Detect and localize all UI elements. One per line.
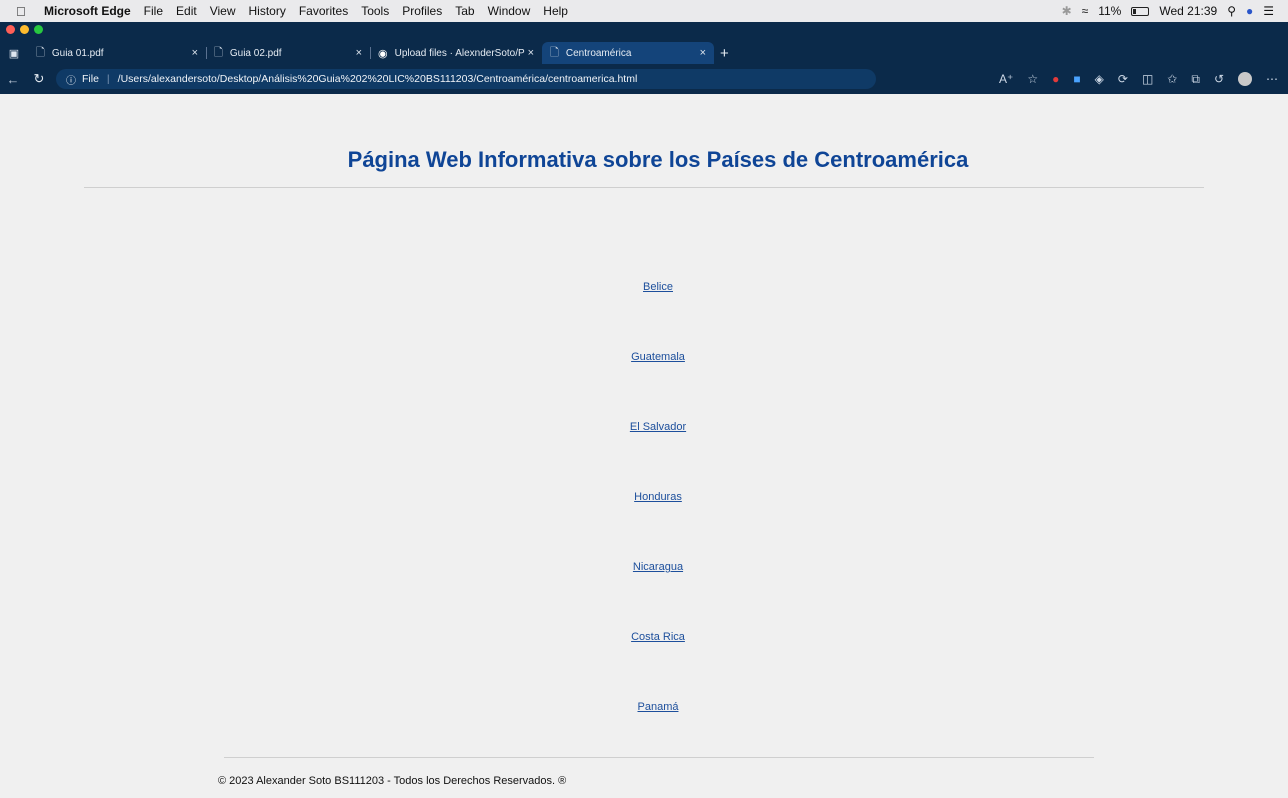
tab-guia-01[interactable]: 🗋 Guia 01.pdf ×	[28, 42, 207, 64]
menu-favorites[interactable]: Favorites	[299, 4, 348, 18]
tab-strip: ▣ 🗋 Guia 01.pdf × 🗋 Guia 02.pdf × ◉ Uplo…	[0, 40, 1288, 66]
new-tab-button[interactable]: +	[720, 45, 729, 62]
more-menu-icon[interactable]: ⋯	[1266, 72, 1278, 86]
document-icon: 🗋	[36, 46, 45, 59]
maximize-window-button[interactable]	[34, 25, 43, 34]
menu-file[interactable]: File	[144, 4, 163, 18]
url-separator: |	[106, 73, 110, 85]
country-link-belice[interactable]: Belice	[8, 281, 1288, 351]
document-icon: 🗋	[214, 46, 223, 59]
menu-tools[interactable]: Tools	[361, 4, 389, 18]
battery-percent[interactable]: 11%	[1098, 4, 1121, 18]
menu-app-name[interactable]: Microsoft Edge	[44, 4, 131, 18]
tab-title: Guia 01.pdf	[51, 47, 104, 59]
address-bar[interactable]: ⓘ File | /Users/alexandersoto/Desktop/An…	[56, 69, 876, 89]
web-page: Página Web Informativa sobre los Países …	[8, 94, 1280, 798]
split-screen-icon[interactable]: ◫	[1142, 72, 1153, 86]
country-link-nicaragua[interactable]: Nicaragua	[8, 561, 1288, 631]
footer-divider	[224, 757, 1094, 758]
document-icon: 🗋	[550, 46, 559, 59]
extension-red-icon[interactable]: ●	[1052, 72, 1059, 86]
footer-copyright: © 2023 Alexander Soto BS111203 - Todos l…	[218, 775, 567, 787]
close-tab-icon[interactable]: ×	[700, 47, 706, 59]
country-link-panama[interactable]: Panamá	[8, 701, 1288, 771]
menu-edit[interactable]: Edit	[176, 4, 197, 18]
close-tab-icon[interactable]: ×	[192, 47, 198, 59]
favorites-icon[interactable]: ✩	[1167, 72, 1177, 86]
tab-upload-files[interactable]: ◉ Upload files · AlexnderSoto/Pr ×	[370, 42, 542, 64]
site-label: File	[82, 73, 99, 85]
close-window-button[interactable]	[6, 25, 15, 34]
back-arrow-icon[interactable]: ←	[0, 72, 26, 87]
address-toolbar: ← ↻ ⓘ File | /Users/alexandersoto/Deskto…	[0, 66, 1288, 92]
info-icon[interactable]: ⓘ	[66, 72, 76, 87]
clock[interactable]: Wed 21:39	[1159, 4, 1217, 18]
spotlight-icon[interactable]: ⚲	[1227, 4, 1236, 18]
tab-centroamerica[interactable]: 🗋 Centroamérica ×	[542, 42, 714, 64]
favorite-star-icon[interactable]: ☆	[1027, 72, 1038, 86]
page-title: Página Web Informativa sobre los Países …	[347, 147, 969, 172]
github-icon: ◉	[378, 47, 388, 60]
collections-icon[interactable]: ⧉	[1191, 72, 1200, 87]
window-controls	[6, 25, 43, 34]
title-divider	[84, 187, 1204, 188]
country-link-honduras[interactable]: Honduras	[8, 491, 1288, 561]
country-link-el-salvador[interactable]: El Salvador	[8, 421, 1288, 491]
tab-title: Guia 02.pdf	[229, 47, 282, 59]
menu-history[interactable]: History	[249, 4, 286, 18]
menu-help[interactable]: Help	[543, 4, 568, 18]
menu-view[interactable]: View	[210, 4, 236, 18]
tab-actions-icon[interactable]: ▣	[0, 40, 28, 66]
close-tab-icon[interactable]: ×	[528, 47, 534, 59]
extension-blue-icon[interactable]: ■	[1073, 72, 1080, 86]
profile-avatar[interactable]	[1238, 72, 1252, 86]
battery-icon[interactable]	[1131, 6, 1150, 16]
country-link-costa-rica[interactable]: Costa Rica	[8, 631, 1288, 701]
country-link-guatemala[interactable]: Guatemala	[8, 351, 1288, 421]
bluetooth-icon[interactable]: ✱	[1062, 4, 1072, 18]
wifi-icon[interactable]: ≈	[1082, 4, 1089, 18]
read-aloud-icon[interactable]: A⁺	[999, 72, 1013, 86]
menu-tab[interactable]: Tab	[455, 4, 474, 18]
menu-profiles[interactable]: Profiles	[402, 4, 442, 18]
history-icon[interactable]: ↺	[1214, 72, 1224, 86]
refresh-icon[interactable]: ↻	[26, 71, 52, 87]
toolbar-icons: A⁺ ☆ ● ■ ◈ ⟳ ◫ ✩ ⧉ ↺ ⋯	[999, 66, 1278, 92]
url-text[interactable]: /Users/alexandersoto/Desktop/Análisis%20…	[118, 73, 638, 85]
tab-guia-02[interactable]: 🗋 Guia 02.pdf ×	[206, 42, 371, 64]
extension-puzzle-icon[interactable]: ◈	[1095, 72, 1104, 86]
tab-title: Centroamérica	[565, 47, 632, 59]
country-list: Belice Guatemala El Salvador Honduras Ni…	[8, 281, 1288, 771]
minimize-window-button[interactable]	[20, 25, 29, 34]
tab-title: Upload files · AlexnderSoto/Pr	[394, 47, 525, 59]
siri-icon[interactable]: ●	[1246, 4, 1253, 18]
apple-icon[interactable]: 	[16, 4, 30, 19]
status-area: ✱ ≈ 11% Wed 21:39 ⚲ ● ☰	[1062, 0, 1274, 22]
extensions-icon[interactable]: ⟳	[1118, 72, 1128, 86]
control-center-icon[interactable]: ☰	[1263, 4, 1274, 18]
close-tab-icon[interactable]: ×	[356, 47, 362, 59]
menu-window[interactable]: Window	[488, 4, 531, 18]
browser-chrome: ▣ 🗋 Guia 01.pdf × 🗋 Guia 02.pdf × ◉ Uplo…	[0, 22, 1288, 94]
macos-menubar:  Microsoft Edge File Edit View History …	[0, 0, 1288, 22]
